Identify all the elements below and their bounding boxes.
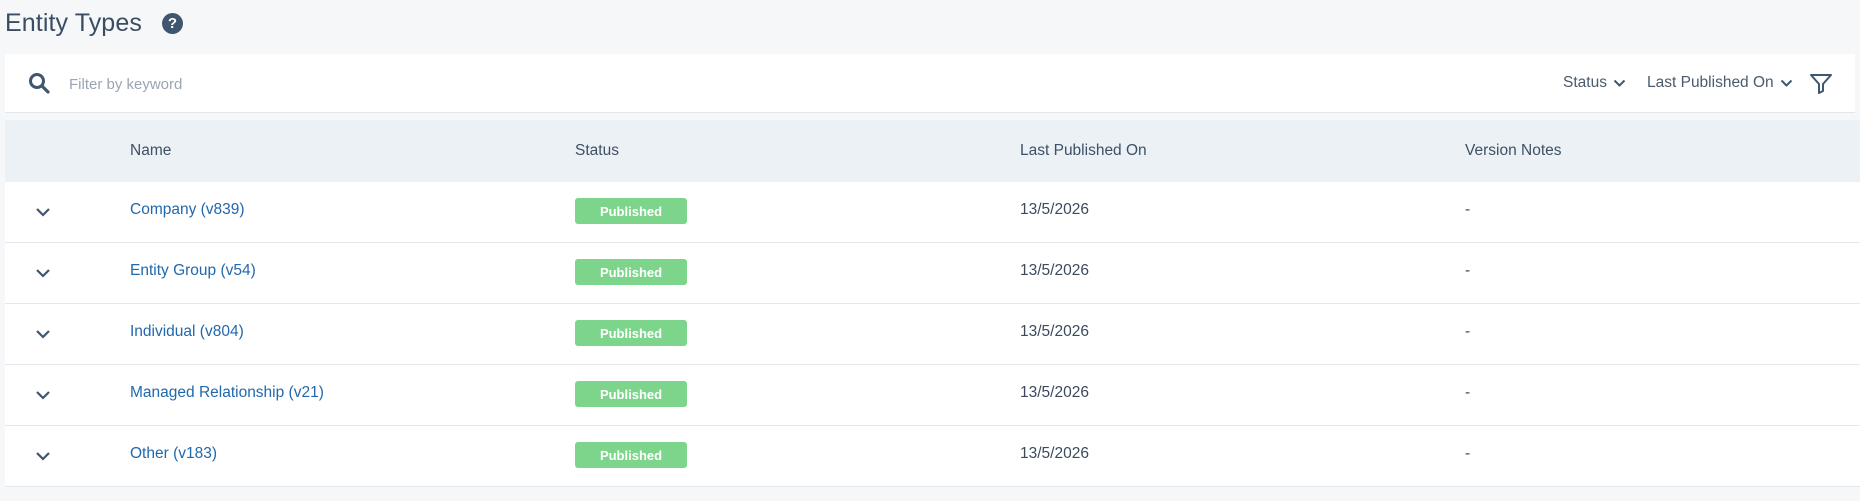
entity-type-link[interactable]: Managed Relationship (v21): [130, 384, 324, 402]
last-published-filter-label: Last Published On: [1647, 74, 1774, 91]
column-header-name[interactable]: Name: [130, 142, 171, 160]
filter-funnel-icon[interactable]: [1808, 70, 1834, 96]
last-published-cell: 13/5/2026: [1020, 445, 1089, 462]
page-title: Entity Types: [5, 8, 142, 37]
expand-row-chevron-icon[interactable]: [32, 203, 54, 221]
search-input[interactable]: [67, 69, 971, 99]
chevron-down-icon: [1613, 79, 1626, 87]
status-filter-dropdown[interactable]: Status: [1563, 71, 1626, 95]
status-filter-label: Status: [1563, 74, 1607, 91]
version-notes-cell: -: [1465, 384, 1471, 401]
column-header-version-notes[interactable]: Version Notes: [1465, 142, 1562, 160]
status-badge: Published: [575, 381, 687, 407]
version-notes-cell: -: [1465, 201, 1471, 218]
entity-type-link[interactable]: Company (v839): [130, 201, 245, 219]
table-header: Name Status Last Published On Version No…: [5, 120, 1860, 182]
entity-type-link[interactable]: Entity Group (v54): [130, 262, 256, 280]
page-header: Entity Types ?: [5, 6, 183, 40]
last-published-filter-dropdown[interactable]: Last Published On: [1647, 71, 1793, 95]
entity-type-link[interactable]: Other (v183): [130, 445, 217, 463]
chevron-down-icon: [1780, 79, 1792, 87]
last-published-cell: 13/5/2026: [1020, 384, 1089, 401]
version-notes-cell: -: [1465, 262, 1471, 279]
expand-row-chevron-icon[interactable]: [32, 264, 54, 282]
table-row: Entity Group (v54) Published 13/5/2026 -: [5, 243, 1860, 304]
last-published-cell: 13/5/2026: [1020, 201, 1089, 218]
question-circle-icon[interactable]: ?: [161, 12, 183, 34]
expand-row-chevron-icon[interactable]: [32, 447, 54, 465]
table-row: Company (v839) Published 13/5/2026 -: [5, 182, 1860, 243]
status-badge: Published: [575, 320, 687, 346]
entity-types-table: Name Status Last Published On Version No…: [5, 120, 1860, 487]
expand-row-chevron-icon[interactable]: [32, 386, 54, 404]
expand-row-chevron-icon[interactable]: [32, 325, 54, 343]
table-row: Individual (v804) Published 13/5/2026 -: [5, 304, 1860, 365]
status-badge: Published: [575, 259, 687, 285]
filter-toolbar: Status Last Published On: [5, 54, 1855, 113]
table-row: Managed Relationship (v21) Published 13/…: [5, 365, 1860, 426]
search-icon: [29, 73, 50, 94]
version-notes-cell: -: [1465, 323, 1471, 340]
last-published-cell: 13/5/2026: [1020, 262, 1089, 279]
column-header-status[interactable]: Status: [575, 142, 619, 160]
entity-type-link[interactable]: Individual (v804): [130, 323, 244, 341]
last-published-cell: 13/5/2026: [1020, 323, 1089, 340]
status-badge: Published: [575, 442, 687, 468]
table-row: Other (v183) Published 13/5/2026 -: [5, 426, 1860, 487]
status-badge: Published: [575, 198, 687, 224]
version-notes-cell: -: [1465, 445, 1471, 462]
column-header-last-published[interactable]: Last Published On: [1020, 142, 1147, 160]
